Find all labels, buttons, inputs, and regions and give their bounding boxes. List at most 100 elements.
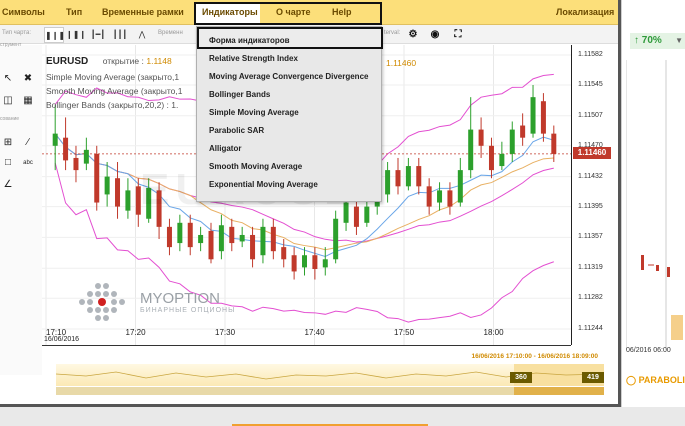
open-label: открытие : [102,56,144,66]
y-tick-label: 1.11582 [578,51,603,58]
range-label: 16/06/2016 17:10:00 - 16/06/2016 18:09:0… [471,353,599,360]
menu-item-smma[interactable]: Smooth Moving Average [209,162,302,171]
background-panel: ↑ 70% ▼ 06/2016 06:00 ◯ PARABOLIC [621,0,685,426]
range-scrollbar[interactable] [56,387,604,395]
menu-item-rsi[interactable]: Relative Strength Index [209,54,298,63]
background-date-label: 06/2016 06:00 [626,347,671,354]
candle-body [73,157,79,171]
menu-item-bollinger[interactable]: Bollinger Bands [209,90,270,99]
background-bottom-strip [0,407,685,426]
menu-item-ema[interactable]: Exponential Moving Average [209,180,318,189]
drawing-toolbar: струмент ↖ ✖ ◫ ▦ сование ⊞ ∕ □ abc ∠ [0,42,42,375]
candle-body [499,153,505,167]
candle-body [239,234,245,242]
candle-body [447,190,453,207]
logo-name: MYOPTION [140,290,221,307]
candle-body [426,186,432,207]
candle-body [250,234,256,260]
text-tool-icon[interactable]: abc [20,157,36,169]
candle-body [551,133,557,154]
candle-body [260,226,266,256]
chart-type-label: Тип чарта: [2,30,32,36]
menu-help[interactable]: Help [332,7,352,17]
ohlc-type-button[interactable]: ┃━┃ [88,27,108,43]
menu-about-chart[interactable]: О чарте [276,7,311,17]
background-parabolic-label: ◯ PARABOLIC [626,375,685,385]
fan-tool-icon[interactable]: ∠ [2,179,14,191]
background-mini-chart [626,60,683,350]
trend-line-icon[interactable]: ∕ [22,137,34,149]
rectangle-icon[interactable]: □ [2,157,14,169]
candle-body [468,129,474,171]
menubar: Символы Тип Временные рамки Индикаторы О… [0,0,618,25]
secondary-value: 1.11460 [386,58,417,68]
camera-icon[interactable]: ◉ [429,29,441,41]
candle-body [208,230,214,260]
candle-body [437,190,443,203]
indicator-sma-label[interactable]: Simple Moving Average (закрыто,1 [46,72,179,82]
current-price-tag: 1.11460 [573,147,611,159]
chart-window: Символы Тип Временные рамки Индикаторы О… [0,0,621,407]
y-tick-label: 1.11357 [578,233,603,241]
candle-body [333,218,339,260]
y-tick-label: 1.11545 [578,80,603,88]
candle-body [198,234,204,244]
menu-item-parabolic-sar[interactable]: Parabolic SAR [209,126,264,135]
candle-body [291,255,297,272]
candle-body [530,97,536,134]
candle-body [302,255,307,268]
candle-body [270,226,276,252]
indicator-bollinger-label[interactable]: Bollinger Bands (закрыто,20,2) : 1. [46,100,178,110]
range-right-handle[interactable]: 419 [582,372,604,383]
candle-body [509,129,515,154]
menu-symbols[interactable]: Символы [2,7,45,17]
candle-body [125,190,131,211]
screen: ↑ 70% ▼ 06/2016 06:00 ◯ PARABOLIC Символ… [0,0,685,426]
y-tick-label: 1.11282 [578,294,603,302]
crosshair-icon[interactable]: ⊞ [2,137,14,149]
y-tick-label: 1.11244 [578,325,603,332]
y-tick-label: 1.11319 [578,264,603,272]
candle-body [540,101,546,134]
y-tick-label: 1.11395 [578,202,603,210]
range-scroll-thumb[interactable] [514,387,604,395]
cursor-icon[interactable]: ↖ [2,73,14,85]
gear-icon[interactable]: ⚙ [407,29,419,41]
indicator-smma-label[interactable]: Smooth Moving Average (закрыто,1 [46,86,182,96]
chevron-down-icon[interactable]: ▼ [675,36,683,45]
logo-subtitle: БИНАРНЫЕ ОПЦИОНЫ [140,307,236,314]
candle-body [104,176,110,195]
x-date-label: 16/06/2016 [44,336,80,343]
close-icon[interactable]: ✖ [22,73,34,85]
candlestick-type-button[interactable]: ❚❙❚ [44,27,65,43]
grid-icon[interactable]: ▦ [22,95,34,107]
hollow-candle-type-button[interactable]: ❙❚❙ [66,27,86,43]
candle-body [322,259,328,268]
candle-body [166,226,172,248]
x-tick-label: 17:20 [125,328,146,337]
menu-localization[interactable]: Локализация [556,7,614,17]
tools-label: струмент [0,42,22,48]
range-left-handle[interactable]: 360 [510,372,532,383]
menu-item-sma[interactable]: Simple Moving Average [209,108,299,117]
menu-indicators[interactable]: Индикаторы [202,7,258,17]
menu-type[interactable]: Тип [66,7,82,17]
range-navigator[interactable]: 16/06/2016 17:10:00 - 16/06/2016 18:09:0… [42,350,618,406]
interval-label: terval: [384,30,401,36]
x-tick-label: 17:50 [394,328,415,337]
y-tick-label: 1.11432 [578,172,603,180]
menu-item-alligator[interactable]: Alligator [209,144,241,153]
zoom-select-icon[interactable]: ◫ [2,95,14,107]
menu-item-indicator-form[interactable]: Форма индикаторов [209,36,290,45]
fullscreen-icon[interactable]: ⛶ [452,29,464,41]
y-axis: 1.11460 1.11582 1.11545 1.11507 1.11470 1.11… [571,45,618,345]
menu-item-macd[interactable]: Moving Average Convergence Divergence [209,72,368,81]
candle-body [115,178,121,207]
candle-body [312,255,318,270]
bar-type-button[interactable]: ┃┃┃ [110,27,130,43]
candle-body [416,166,422,187]
candle-body [405,166,411,187]
menu-timeframes[interactable]: Временные рамки [102,7,184,17]
line-type-button[interactable]: ⋀ [132,27,152,43]
open-value: 1.1148 [146,56,172,66]
